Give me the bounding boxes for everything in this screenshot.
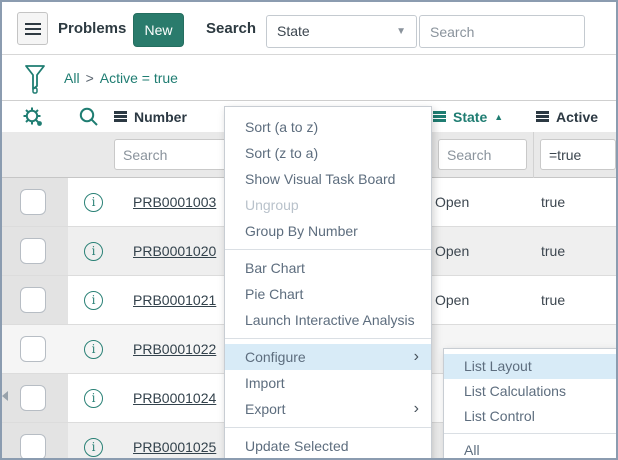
submenu-item-list-control[interactable]: List Control <box>444 404 616 429</box>
state-cell: Open <box>435 243 470 259</box>
column-label-active: Active <box>556 108 599 125</box>
sort-ascending-icon: ▲ <box>494 111 504 122</box>
list-edge-marker <box>2 391 8 401</box>
menu-item-label: Configure <box>245 349 306 365</box>
menu-item-export[interactable]: Export › <box>225 396 431 422</box>
menu-item-import[interactable]: Import <box>225 370 431 396</box>
chevron-right-icon: › <box>413 400 419 417</box>
menu-item-launch-interactive-analysis[interactable]: Launch Interactive Analysis <box>225 307 431 333</box>
menu-item-label: Export <box>245 401 286 417</box>
column-menu-icon <box>536 111 549 114</box>
record-link[interactable]: PRB0001021 <box>133 276 216 324</box>
gear-icon <box>23 107 42 126</box>
record-link[interactable]: PRB0001020 <box>133 227 216 275</box>
search-label: Search <box>206 20 257 37</box>
submenu-item-list-layout[interactable]: List Layout <box>444 354 616 379</box>
global-search-input[interactable] <box>419 15 585 48</box>
breadcrumb-condition[interactable]: Active = true <box>100 70 178 86</box>
list-search-button[interactable] <box>77 105 101 129</box>
magnifier-icon <box>79 107 98 126</box>
column-label-state: State <box>453 108 488 125</box>
page-title: Problems <box>58 20 127 37</box>
breadcrumb-all[interactable]: All <box>64 70 80 86</box>
column-menu-icon <box>114 111 127 114</box>
menu-item-sort-z-to-a[interactable]: Sort (z to a) <box>225 140 431 166</box>
hamburger-icon <box>25 23 41 26</box>
row-checkbox[interactable] <box>20 385 46 411</box>
search-field-select[interactable]: State ▼ <box>266 15 417 48</box>
row-checkbox[interactable] <box>20 434 46 458</box>
column-label-number: Number <box>134 108 187 125</box>
configure-submenu: List Layout List Calculations List Contr… <box>443 348 616 458</box>
filter-funnel-icon[interactable] <box>24 63 46 94</box>
active-filter-input[interactable] <box>540 139 616 170</box>
checkbox-cell <box>2 374 68 422</box>
column-header-active[interactable]: Active <box>536 101 598 132</box>
number-filter-input[interactable] <box>114 139 229 170</box>
submenu-item-list-calculations[interactable]: List Calculations <box>444 379 616 404</box>
menu-item-pie-chart[interactable]: Pie Chart <box>225 281 431 307</box>
problems-list-window: Problems New Search State ▼ All > Active =… <box>0 0 618 460</box>
submenu-item-all[interactable]: All <box>444 438 616 458</box>
personalize-list-button[interactable] <box>21 105 45 129</box>
row-checkbox[interactable] <box>20 336 46 362</box>
column-header-number[interactable]: Number <box>114 101 187 132</box>
checkbox-cell <box>2 423 68 458</box>
info-icon[interactable]: i <box>84 291 103 310</box>
column-menu-icon <box>433 111 446 114</box>
column-context-menu: Sort (a to z) Sort (z to a) Show Visual … <box>224 106 432 458</box>
record-link[interactable]: PRB0001022 <box>133 325 216 373</box>
column-header-state[interactable]: State ▲ <box>433 101 503 132</box>
new-button[interactable]: New <box>133 13 184 47</box>
breadcrumb: All > Active = true <box>64 55 178 101</box>
menu-separator <box>225 338 431 339</box>
column-divider <box>533 132 534 178</box>
menu-item-show-visual-task-board[interactable]: Show Visual Task Board <box>225 166 431 192</box>
state-filter-input[interactable] <box>438 139 527 170</box>
record-link[interactable]: PRB0001024 <box>133 374 216 422</box>
state-cell: Open <box>435 194 470 210</box>
breadcrumb-separator: > <box>85 70 94 86</box>
state-cell: Open <box>435 292 470 308</box>
info-icon[interactable]: i <box>84 193 103 212</box>
menu-item-update-selected[interactable]: Update Selected <box>225 433 431 458</box>
row-checkbox[interactable] <box>20 238 46 264</box>
checkbox-cell <box>2 227 68 275</box>
record-link[interactable]: PRB0001025 <box>133 423 216 458</box>
active-cell: true <box>541 292 566 308</box>
top-toolbar: Problems New Search State ▼ <box>2 2 616 55</box>
active-cell: true <box>541 243 566 259</box>
checkbox-cell <box>2 276 68 324</box>
info-icon[interactable]: i <box>84 389 103 408</box>
menu-separator <box>444 433 616 434</box>
menu-item-configure[interactable]: Configure › <box>225 344 431 370</box>
menu-item-group-by-number[interactable]: Group By Number <box>225 218 431 244</box>
info-icon[interactable]: i <box>84 242 103 261</box>
info-icon[interactable]: i <box>84 438 103 457</box>
menu-item-bar-chart[interactable]: Bar Chart <box>225 255 431 281</box>
chevron-right-icon: › <box>413 348 419 365</box>
checkbox-cell <box>2 325 68 373</box>
info-icon[interactable]: i <box>84 340 103 359</box>
list-menu-button[interactable] <box>17 12 48 45</box>
menu-item-sort-a-to-z[interactable]: Sort (a to z) <box>225 114 431 140</box>
row-checkbox[interactable] <box>20 189 46 215</box>
menu-item-ungroup: Ungroup <box>245 197 299 213</box>
breadcrumb-bar: All > Active = true <box>2 55 616 101</box>
menu-separator <box>225 427 431 428</box>
menu-separator <box>225 249 431 250</box>
chevron-down-icon: ▼ <box>396 26 406 37</box>
checkbox-cell <box>2 178 68 226</box>
record-link[interactable]: PRB0001003 <box>133 178 216 226</box>
active-cell: true <box>541 194 566 210</box>
search-field-value: State <box>277 23 310 39</box>
row-checkbox[interactable] <box>20 287 46 313</box>
